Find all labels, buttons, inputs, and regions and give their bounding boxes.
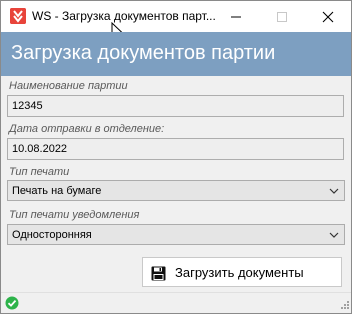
send-date-value: 10.08.2022 [12, 143, 68, 155]
print-type-label: Тип печати [9, 166, 70, 178]
send-date-field[interactable]: 10.08.2022 [7, 138, 344, 160]
notice-print-type-label: Тип печати уведомления [9, 209, 140, 221]
print-type-select[interactable]: Печать на бумаге [7, 180, 345, 201]
close-button[interactable] [305, 1, 351, 32]
header-band: Загрузка документов партии [1, 32, 351, 76]
resize-grip-icon[interactable] [339, 301, 349, 311]
floppy-disk-icon [151, 266, 166, 281]
status-bar [1, 292, 351, 313]
check-circle-icon [5, 296, 19, 310]
batch-name-label: Наименование партии [9, 80, 128, 92]
send-date-label: Дата отправки в отделение: [9, 123, 165, 135]
chevron-down-icon [329, 188, 339, 194]
print-type-value: Печать на бумаге [12, 185, 102, 197]
upload-documents-window: WS - Загрузка документов парт... Загрузк… [0, 0, 352, 314]
upload-documents-button[interactable]: Загрузить документы [142, 257, 342, 287]
window-title: WS - Загрузка документов парт... [32, 9, 216, 23]
chevron-down-icon [329, 232, 339, 238]
minimize-icon [231, 16, 241, 18]
title-bar[interactable]: WS - Загрузка документов парт... [1, 1, 351, 32]
page-title: Загрузка документов партии [11, 42, 276, 64]
notice-print-type-value: Односторонняя [12, 229, 92, 241]
minimize-button[interactable] [213, 1, 259, 32]
notice-print-type-select[interactable]: Односторонняя [7, 224, 345, 245]
close-icon [322, 11, 334, 23]
upload-documents-label: Загрузить документы [175, 265, 304, 280]
maximize-icon [277, 12, 287, 22]
batch-name-field[interactable]: 12345 [7, 95, 344, 117]
maximize-button[interactable] [259, 1, 305, 32]
batch-name-value: 12345 [12, 100, 43, 112]
app-logo-icon [10, 8, 26, 24]
